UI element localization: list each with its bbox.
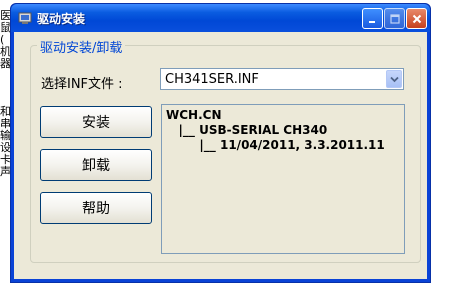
inf-file-value: CH341SER.INF — [165, 72, 259, 87]
uninstall-button[interactable]: 卸载 — [40, 149, 152, 181]
close-button[interactable] — [406, 8, 427, 29]
inf-file-label: 选择INF文件 : — [41, 77, 123, 92]
group-legend: 驱动安装/卸载 — [37, 37, 126, 56]
driver-info-box: WCH.CN |__ USB-SERIAL CH340 |__ 11/04/20… — [161, 104, 405, 254]
info-line: |__ USB-SERIAL CH340 — [166, 123, 328, 137]
window-title: 驱动安装 — [37, 12, 86, 26]
minimize-icon — [368, 20, 375, 23]
window-client-area: 驱动安装/卸载 选择INF文件 : CH341SER.INF 安装 卸载 帮助 … — [14, 32, 427, 279]
maximize-button[interactable] — [384, 8, 405, 29]
help-button[interactable]: 帮助 — [40, 192, 152, 224]
minimize-button[interactable] — [362, 8, 383, 29]
install-button[interactable]: 安装 — [40, 106, 152, 138]
inf-file-select[interactable]: CH341SER.INF — [160, 68, 404, 90]
info-line: WCH.CN — [166, 108, 222, 122]
dropdown-button[interactable] — [386, 70, 402, 88]
chevron-down-icon — [389, 76, 399, 82]
close-icon — [412, 14, 421, 23]
title-bar[interactable]: 驱动安装 — [11, 4, 430, 32]
info-line: |__ 11/04/2011, 3.3.2011.11 — [166, 138, 385, 152]
driver-install-window: 驱动安装 驱动安装/卸载 选择INF文件 : CH341SER.INF 安装 卸… — [10, 3, 431, 283]
maximize-icon — [389, 13, 400, 24]
driver-install-icon — [17, 10, 33, 26]
